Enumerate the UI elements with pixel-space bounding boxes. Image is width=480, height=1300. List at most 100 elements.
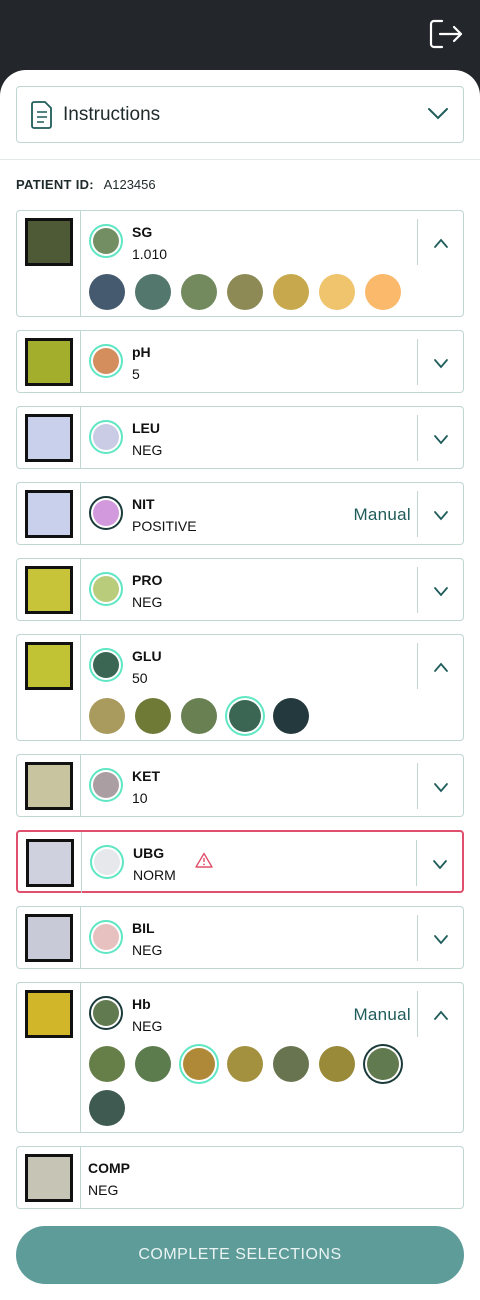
color-option[interactable] <box>227 1046 263 1082</box>
test-value: 50 <box>132 670 148 686</box>
expand-toggle[interactable] <box>416 840 462 886</box>
test-name: KET <box>132 768 160 784</box>
test-value: POSITIVE <box>132 518 197 534</box>
test-card-sg: SG 1.010 <box>16 210 464 317</box>
color-option[interactable] <box>319 1046 355 1082</box>
strip-image <box>25 990 73 1038</box>
patient-id: PATIENT ID: A123456 <box>16 177 156 192</box>
document-icon <box>31 101 52 129</box>
chevron-down-icon <box>434 511 448 521</box>
divider <box>80 331 81 392</box>
test-card-hb: Hb NEG Manual <box>16 982 464 1133</box>
test-value: NEG <box>132 594 163 610</box>
test-value: 5 <box>132 366 140 382</box>
expand-toggle[interactable] <box>417 643 463 689</box>
test-value: NEG <box>132 1018 163 1034</box>
test-card-leu: LEU NEG <box>16 406 464 469</box>
test-card-comp: COMP NEG <box>16 1146 464 1209</box>
color-option[interactable] <box>273 698 309 734</box>
expand-toggle[interactable] <box>417 491 463 537</box>
color-option[interactable] <box>273 274 309 310</box>
test-card-pro: PRO NEG <box>16 558 464 621</box>
color-option[interactable] <box>319 274 355 310</box>
color-option[interactable] <box>89 698 125 734</box>
color-option[interactable] <box>181 698 217 734</box>
expand-toggle[interactable] <box>417 991 463 1037</box>
color-option[interactable] <box>89 1046 125 1082</box>
expand-toggle[interactable] <box>417 415 463 461</box>
divider <box>80 983 81 1132</box>
test-card-ph: pH 5 <box>16 330 464 393</box>
chevron-down-icon <box>434 783 448 793</box>
color-option[interactable] <box>135 698 171 734</box>
strip-image <box>25 566 73 614</box>
divider <box>80 407 81 468</box>
expand-toggle[interactable] <box>417 567 463 613</box>
strip-image <box>25 490 73 538</box>
color-option[interactable] <box>181 274 217 310</box>
patient-id-label: PATIENT ID: <box>16 177 94 192</box>
divider <box>81 832 82 893</box>
logout-icon[interactable] <box>428 18 468 52</box>
color-option[interactable] <box>229 700 261 732</box>
selected-color <box>89 224 123 258</box>
selected-color <box>89 420 123 454</box>
divider <box>80 483 81 544</box>
color-option[interactable] <box>365 274 401 310</box>
selected-color <box>89 768 123 802</box>
strip-image <box>25 762 73 810</box>
test-value: 10 <box>132 790 148 806</box>
expand-toggle[interactable] <box>417 915 463 961</box>
test-card-glu: GLU 50 <box>16 634 464 741</box>
selected-color <box>89 996 123 1030</box>
selected-color <box>89 344 123 378</box>
color-option[interactable] <box>183 1048 215 1080</box>
strip-image <box>25 414 73 462</box>
expand-toggle[interactable] <box>417 339 463 385</box>
color-option[interactable] <box>273 1046 309 1082</box>
color-option[interactable] <box>89 274 125 310</box>
test-value: NEG <box>132 442 163 458</box>
chevron-up-icon <box>434 662 448 672</box>
divider <box>80 211 81 316</box>
test-value: NEG <box>88 1182 119 1198</box>
chevron-down-icon <box>428 108 448 120</box>
color-option[interactable] <box>135 274 171 310</box>
divider <box>0 159 480 160</box>
instructions-label: Instructions <box>63 104 161 125</box>
test-value: NORM <box>133 867 176 883</box>
instructions-dropdown[interactable]: Instructions <box>16 86 464 143</box>
patient-id-value: A123456 <box>103 177 156 192</box>
strip-image <box>26 839 74 887</box>
selected-color <box>89 572 123 606</box>
strip-image <box>25 914 73 962</box>
strip-image <box>25 642 73 690</box>
expand-toggle[interactable] <box>417 219 463 265</box>
color-option[interactable] <box>227 274 263 310</box>
test-value: NEG <box>132 942 163 958</box>
divider <box>80 907 81 968</box>
test-name: PRO <box>132 572 163 588</box>
complete-selections-button[interactable]: COMPLETE SELECTIONS <box>16 1226 464 1284</box>
chevron-up-icon <box>434 1010 448 1020</box>
chevron-down-icon <box>434 935 448 945</box>
test-name: pH <box>132 344 151 360</box>
chevron-down-icon <box>434 435 448 445</box>
test-name: COMP <box>88 1160 130 1176</box>
color-option[interactable] <box>89 1090 125 1126</box>
divider <box>80 755 81 816</box>
selected-color <box>90 845 124 879</box>
expand-toggle[interactable] <box>417 763 463 809</box>
chevron-down-icon <box>433 860 447 870</box>
test-name: SG <box>132 224 153 240</box>
color-option[interactable] <box>135 1046 171 1082</box>
color-option[interactable] <box>367 1048 399 1080</box>
test-card-ubg: UBG NORM <box>16 830 464 893</box>
chevron-down-icon <box>434 587 448 597</box>
test-name: UBG <box>133 845 165 861</box>
chevron-down-icon <box>434 359 448 369</box>
chevron-up-icon <box>434 238 448 248</box>
divider <box>80 635 81 740</box>
test-name: GLU <box>132 648 162 664</box>
warning-icon <box>195 852 213 868</box>
